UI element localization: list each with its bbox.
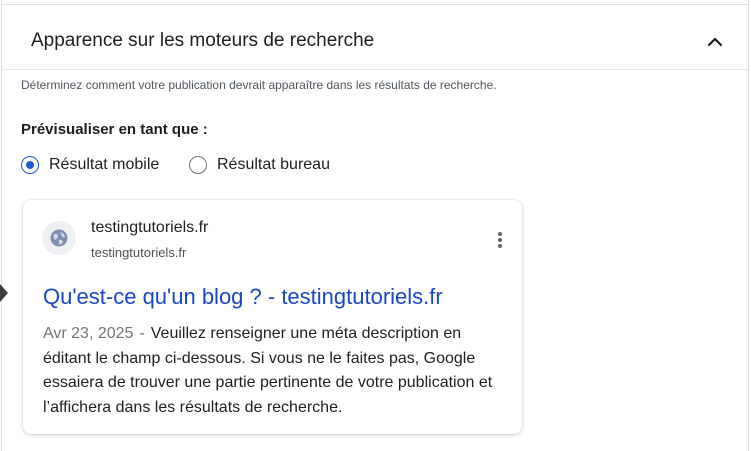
preview-label: Prévisualiser en tant que : (21, 121, 208, 138)
radio-mobile-indicator[interactable] (21, 156, 39, 174)
search-result-preview-card: testingtutoriels.fr testingtutoriels.fr … (23, 200, 522, 434)
radio-desktop-label[interactable]: Résultat bureau (217, 156, 330, 174)
search-appearance-panel: Apparence sur les moteurs de recherche D… (1, 0, 749, 451)
result-snippet: Avr 23, 2025- Veuillez renseigner une mét… (43, 322, 505, 420)
top-border (2, 4, 748, 5)
radio-desktop-indicator[interactable] (189, 156, 207, 174)
globe-icon (50, 229, 68, 247)
radio-mobile-label[interactable]: Résultat mobile (49, 156, 159, 174)
site-url: testingtutoriels.fr (91, 245, 187, 260)
chevron-up-icon[interactable] (703, 30, 727, 54)
result-title-link[interactable]: Qu'est-ce qu'un blog ? - testingtutoriel… (43, 284, 443, 310)
site-favicon (42, 221, 76, 255)
section-title[interactable]: Apparence sur les moteurs de recherche (31, 30, 374, 52)
pointer-arrow-icon (0, 284, 8, 302)
site-name: testingtutoriels.fr (91, 219, 209, 236)
radio-desktop-result[interactable]: Résultat bureau (189, 155, 330, 175)
section-divider (2, 69, 748, 70)
section-description: Déterminez comment votre publication dev… (21, 78, 497, 92)
radio-mobile-result[interactable]: Résultat mobile (21, 155, 159, 175)
result-date: Avr 23, 2025 (43, 325, 134, 342)
more-vertical-icon[interactable] (495, 230, 505, 250)
result-separator: - (139, 325, 145, 342)
